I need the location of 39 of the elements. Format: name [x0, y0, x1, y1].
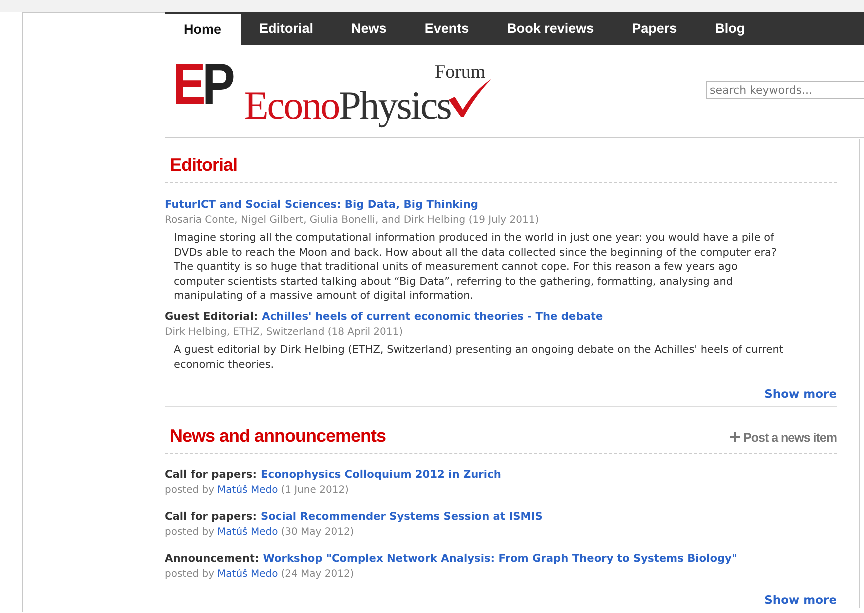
logo-forum: Forum [435, 62, 486, 84]
author-link[interactable]: Matúš Medo [218, 569, 278, 580]
nav-tab[interactable]: Blog [696, 12, 764, 45]
post-date: (24 May 2012) [281, 569, 354, 580]
article-meta: Dirk Helbing, ETHZ, Switzerland (18 April 2011) [165, 326, 404, 340]
author-link[interactable]: Matúš Medo [218, 527, 278, 538]
item-category: Call for papers: [165, 469, 257, 482]
plus-icon [730, 432, 740, 442]
nav-tab[interactable]: Book reviews [488, 12, 614, 45]
show-more-link[interactable]: Show more [764, 387, 837, 402]
article-link[interactable]: Achilles' heels of current economic theories - The debate [262, 310, 604, 323]
post-date: (1 June 2012) [281, 485, 349, 496]
article-summary: Imagine storing all the computational information produced in the world in just one year: you would have a pile of DVDs able to reach the Moon and back. How about all the data collected since the beginning of the computer era? The quantity is so huge that traditional units of measurement cannot cope. For this reason a few years ago computer scientists started talking about “Big Data”, referring to the gathering, formatting, analysing and manipulating of a massive amount of digital information. [174, 231, 778, 304]
news-link[interactable]: Econophysics Colloquium 2012 in Zurich [260, 469, 502, 482]
section-heading: News and announcements [170, 425, 386, 448]
nav-tab[interactable]: Papers [613, 12, 696, 45]
article-summary: A guest editorial by Dirk Helbing (ETHZ, Switzerland) presenting an ongoing debate on the Achilles' heels of current economic theories. [174, 342, 784, 372]
posted-by-label: posted by [165, 569, 215, 580]
nav-tab[interactable]: Home [165, 14, 241, 45]
article-link[interactable]: FuturICT and Social Sciences: Big Data, Big Thinking [165, 199, 478, 211]
logo-mark: EP [173, 56, 232, 114]
author-link[interactable]: Matúš Medo [218, 485, 278, 496]
section-heading: Editorial [170, 154, 239, 176]
post-news-link[interactable]: Post a news item [730, 429, 837, 448]
posted-by-label: posted by [165, 485, 215, 496]
news-link[interactable]: Social Recommender Systems Session at ISMIS [260, 511, 543, 524]
item-category: Guest Editorial: [165, 310, 258, 323]
logo-wordmark: EconoPhysics [244, 86, 451, 126]
search-field[interactable]: search keywords... [706, 81, 864, 99]
show-more-link[interactable]: Show more [764, 593, 837, 608]
posted-by-label: posted by [165, 527, 215, 538]
news-link[interactable]: Workshop "Complex Network Analysis: From Graph Theory to Systems Biology" [263, 553, 738, 566]
item-category: Call for papers: [165, 511, 257, 524]
nav-tab[interactable]: Events [406, 12, 488, 45]
post-date: (30 May 2012) [281, 527, 354, 538]
nav-tab[interactable]: News [332, 12, 406, 45]
article-meta: Rosaria Conte, Nigel Gilbert, Giulia Bonelli, and Dirk Helbing (19 July 2011) [165, 214, 540, 228]
nav-tab[interactable]: Editorial [240, 12, 333, 45]
item-category: Announcement: [165, 553, 260, 566]
